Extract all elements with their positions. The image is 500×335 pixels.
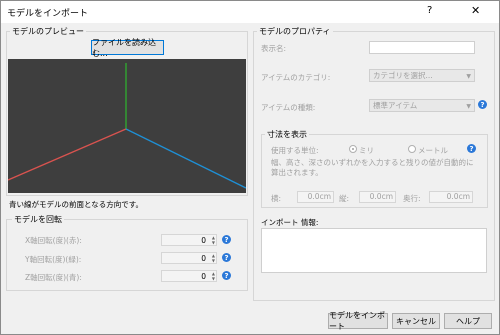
z-rotation-value: 0	[201, 272, 206, 281]
unit-m-radio[interactable]	[408, 145, 416, 153]
help-button[interactable]: ヘルプ	[444, 313, 492, 329]
unit-mm-radio[interactable]	[349, 145, 357, 153]
spinner-arrows-icon[interactable]: ▲ ▼	[212, 253, 215, 263]
model-preview-viewport[interactable]	[7, 59, 247, 193]
width-input[interactable]: 0.0cm	[297, 191, 334, 203]
cancel-button[interactable]: キャンセル	[392, 313, 440, 329]
x-rotation-spinner[interactable]: 0 ▲ ▼	[161, 234, 217, 246]
import-model-dialog: モデルをインポート ? ✕ モデルのプレビュー ファイルを読み込む... 青い線…	[0, 0, 500, 335]
z-rotation-spinner[interactable]: 0 ▲ ▼	[161, 270, 217, 282]
category-select-value: カテゴリを選択...	[373, 71, 433, 80]
import-model-button[interactable]: モデルをインポート	[328, 311, 388, 331]
axis-gizmo	[7, 63, 247, 189]
x-rotation-value: 0	[201, 236, 206, 245]
load-file-button[interactable]: ファイルを読み込む...	[91, 38, 164, 58]
item-type-select[interactable]: 標準アイテム ▼	[369, 99, 475, 112]
spinner-arrows-icon[interactable]: ▲ ▼	[212, 271, 215, 281]
x-axis-line	[7, 128, 127, 181]
preview-hint: 青い線がモデルの前面となる方向です。	[9, 200, 144, 209]
y-rotation-spinner[interactable]: 0 ▲ ▼	[161, 252, 217, 264]
display-name-label: 表示名:	[261, 44, 287, 53]
window-title: モデルをインポート	[7, 9, 89, 19]
width-label: 横:	[271, 194, 282, 203]
units-help-icon[interactable]: ?	[467, 144, 476, 153]
dimensions-description: 幅、高さ、深さのいずれかを入力すると残りの値が自動的に算出されます。	[271, 158, 474, 177]
help-icon[interactable]: ?	[427, 5, 432, 16]
properties-group-label: モデルのプロパティ	[257, 26, 333, 37]
x-rotation-label: X軸回転(度)(赤):	[25, 236, 82, 245]
unit-mm-label: ミリ	[359, 146, 374, 155]
item-type-select-value: 標準アイテム	[373, 101, 418, 110]
dimensions-group-label: 寸法を表示	[265, 129, 309, 140]
chevron-down-icon: ▼	[466, 73, 471, 80]
unit-label: 使用する単位:	[271, 146, 319, 155]
x-rotation-help-icon[interactable]: ?	[222, 235, 231, 244]
category-select[interactable]: カテゴリを選択... ▼	[369, 69, 475, 82]
preview-group-label: モデルのプレビュー	[10, 26, 86, 37]
rotation-group-label: モデルを回転	[12, 214, 64, 225]
z-axis-line	[125, 128, 247, 189]
display-name-input[interactable]	[369, 41, 475, 54]
import-info-box	[261, 228, 487, 273]
title-bar: モデルをインポート ? ✕	[1, 1, 499, 23]
unit-m-label: メートル	[418, 146, 448, 155]
category-label: アイテムのカテゴリ:	[261, 73, 331, 82]
item-type-label: アイテムの種類:	[261, 103, 316, 112]
height-input[interactable]: 0.0cm	[359, 191, 396, 203]
chevron-down-icon: ▼	[466, 103, 471, 110]
y-rotation-label: Y軸回転(度)(緑):	[25, 255, 82, 264]
y-rotation-value: 0	[201, 254, 206, 263]
height-label: 縦:	[339, 194, 350, 203]
depth-label: 奥行:	[403, 194, 421, 203]
import-info-label: インポート 情報:	[261, 218, 319, 227]
z-rotation-label: Z軸回転(度)(青):	[25, 273, 82, 282]
y-rotation-help-icon[interactable]: ?	[222, 253, 231, 262]
spinner-arrows-icon[interactable]: ▲ ▼	[212, 235, 215, 245]
depth-input[interactable]: 0.0cm	[429, 191, 473, 203]
z-rotation-help-icon[interactable]: ?	[222, 271, 231, 280]
close-icon[interactable]: ✕	[471, 4, 480, 17]
item-type-help-icon[interactable]: ?	[478, 100, 487, 109]
